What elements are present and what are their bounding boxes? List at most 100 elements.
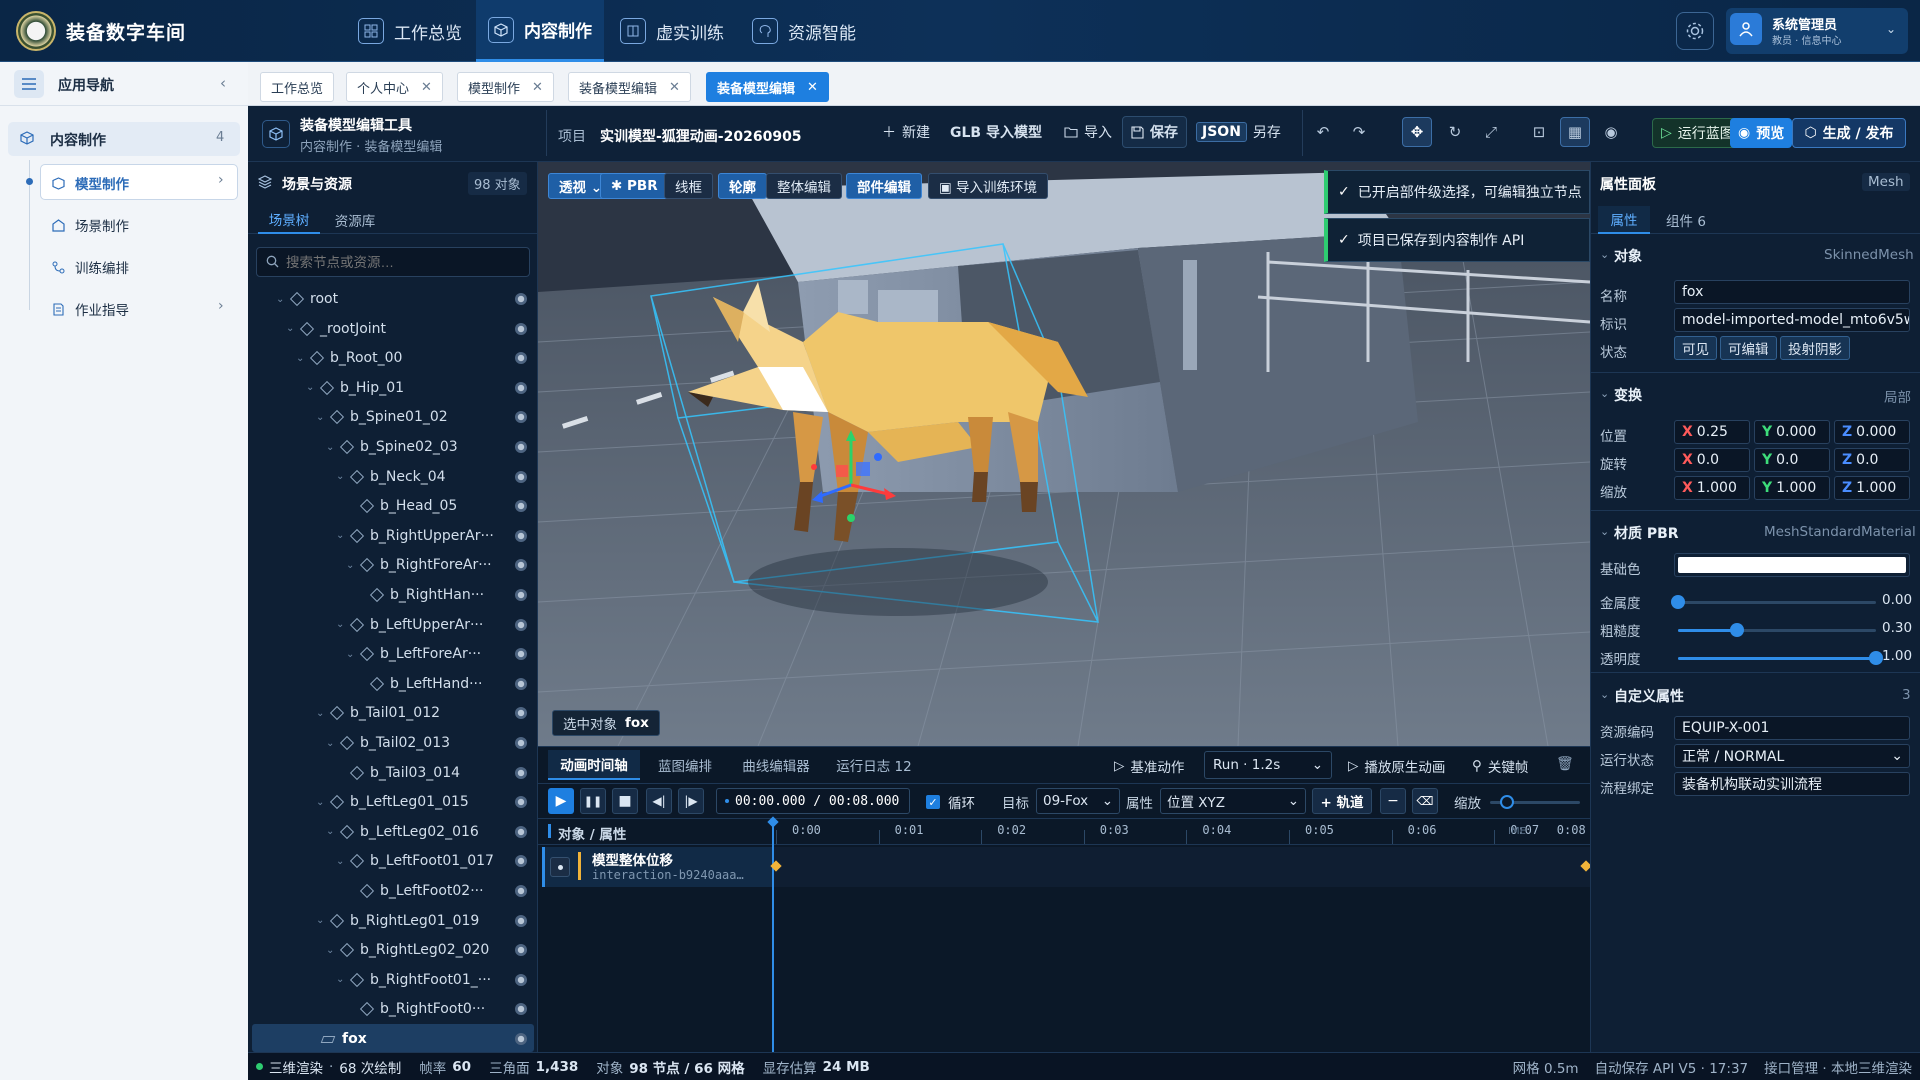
viewport-mode-button[interactable]: ✱ PBR: [600, 173, 669, 199]
chevron-down-icon[interactable]: ⌄: [326, 738, 338, 749]
tree-node[interactable]: ⌄ _rootJoint: [286, 316, 386, 342]
loop-checkbox[interactable]: ✓: [926, 795, 940, 809]
tree-node[interactable]: ⌄ b_Spine01_02: [316, 404, 448, 430]
tab-animation-timeline[interactable]: 动画时间轴: [548, 750, 640, 780]
chevron-down-icon[interactable]: ⌄: [296, 353, 308, 364]
chevron-down-icon[interactable]: ⌄: [336, 856, 348, 867]
name-field[interactable]: fox: [1674, 280, 1910, 304]
tree-node[interactable]: ⌄ b_Neck_04: [336, 464, 446, 490]
slider-thumb[interactable]: [1671, 595, 1685, 609]
tree-node[interactable]: ⌄ b_LeftUpperAr···: [336, 612, 483, 638]
slider-thumb[interactable]: [1869, 651, 1883, 665]
chevron-down-icon[interactable]: ⌄: [346, 649, 358, 660]
close-icon[interactable]: ✕: [532, 80, 543, 95]
transform-x-field[interactable]: X 0.0: [1674, 448, 1750, 472]
json-save-as-button[interactable]: JSON 另存: [1196, 116, 1281, 148]
generate-publish-button[interactable]: ⬡ 生成 / 发布: [1792, 118, 1906, 148]
stop-button[interactable]: ■: [612, 788, 638, 814]
redo-icon[interactable]: ↷: [1344, 117, 1374, 147]
topnav-dashboard[interactable]: 工作总览: [346, 0, 474, 62]
id-field[interactable]: model-imported-model_mto6v5w: [1674, 308, 1910, 332]
visibility-icon[interactable]: [515, 973, 527, 986]
nav-item-scene[interactable]: 场景制作: [52, 215, 129, 235]
transform-x-field[interactable]: X 0.25: [1674, 420, 1750, 444]
transform-y-field[interactable]: Y 0.000: [1754, 420, 1830, 444]
visibility-icon[interactable]: [515, 677, 527, 690]
custom-field[interactable]: 装备机构联动实训流程: [1674, 772, 1910, 796]
tree-node[interactable]: b_RightHan···: [356, 582, 484, 608]
state-editable-chip[interactable]: 可编辑: [1720, 336, 1777, 360]
nav-item-training[interactable]: 训练编排: [52, 257, 129, 277]
transform-z-field[interactable]: Z 0.0: [1834, 448, 1910, 472]
tree-node[interactable]: ⌄ b_RightLeg01_019: [316, 908, 479, 934]
chevron-down-icon[interactable]: ⌄: [336, 974, 348, 985]
target-select[interactable]: 09-Fox ⌄: [1036, 788, 1120, 814]
chevron-down-icon[interactable]: ⌄: [1600, 688, 1609, 701]
chevron-down-icon[interactable]: ⌄: [1600, 387, 1609, 400]
tab-scene-tree[interactable]: 场景树: [258, 206, 320, 234]
transform-z-field[interactable]: Z 1.000: [1834, 476, 1910, 500]
play-button[interactable]: ▶: [548, 788, 574, 814]
tree-node[interactable]: b_Head_05: [346, 493, 457, 519]
tree-node[interactable]: ⌄ b_RightForeAr···: [346, 552, 492, 578]
tab-blueprint[interactable]: 蓝图编排: [648, 750, 722, 780]
visibility-icon[interactable]: [515, 766, 527, 779]
attr-select[interactable]: 位置 XYZ ⌄: [1160, 788, 1306, 814]
scene-search-input[interactable]: [286, 250, 522, 274]
chevron-down-icon[interactable]: ⌄: [346, 560, 358, 571]
transform-x-field[interactable]: X 1.000: [1674, 476, 1750, 500]
tree-node[interactable]: ⌄ b_Tail02_013: [326, 730, 450, 756]
custom-field[interactable]: EQUIP-X-001: [1674, 716, 1910, 740]
step-forward-button[interactable]: |▶: [678, 788, 704, 814]
topnav-content[interactable]: 内容制作: [476, 0, 604, 62]
pause-button[interactable]: ❚❚: [580, 788, 606, 814]
tab-properties[interactable]: 属性: [1598, 206, 1650, 234]
tree-node[interactable]: ⌄ b_RightUpperAr···: [336, 523, 494, 549]
clear-icon[interactable]: ⌫: [1412, 788, 1438, 814]
visibility-icon[interactable]: [515, 885, 527, 897]
nav-group-content[interactable]: [8, 122, 240, 156]
doc-tab-editor-active[interactable]: 装备模型编辑 ✕: [706, 72, 829, 102]
tree-node[interactable]: ⌄ b_Tail01_012: [316, 700, 440, 726]
tree-node[interactable]: b_LeftHand···: [356, 671, 482, 697]
chevron-down-icon[interactable]: ⌄: [326, 945, 338, 956]
chevron-down-icon[interactable]: ⌄: [276, 294, 288, 305]
scale-tool-icon[interactable]: ⤢: [1476, 117, 1506, 147]
loop-toggle[interactable]: ✓ 循环: [926, 792, 975, 812]
zoom-slider-thumb[interactable]: [1500, 795, 1514, 809]
chevron-down-icon[interactable]: ⌄: [336, 619, 348, 630]
rotate-tool-icon[interactable]: ↻: [1440, 117, 1470, 147]
tree-node[interactable]: ⌄ b_Spine02_03: [326, 434, 458, 460]
doc-tab-model[interactable]: 模型制作 ✕: [457, 72, 554, 102]
close-icon[interactable]: ✕: [807, 80, 818, 95]
tree-node[interactable]: ⌄ b_Root_00: [296, 345, 402, 371]
slider-track[interactable]: [1678, 601, 1876, 604]
focus-icon[interactable]: ⊡: [1524, 117, 1554, 147]
visibility-icon[interactable]: [515, 293, 527, 305]
visibility-icon[interactable]: [515, 322, 527, 335]
viewport-mode-button[interactable]: 部件编辑: [846, 173, 922, 199]
base-action-button[interactable]: ▷ 基准动作: [1114, 756, 1184, 776]
tree-node[interactable]: ⌄ root: [276, 286, 338, 312]
visibility-icon[interactable]: [515, 589, 527, 601]
step-back-button[interactable]: ◀|: [646, 788, 672, 814]
chevron-down-icon[interactable]: ⌄: [326, 442, 338, 453]
tree-node[interactable]: ⌄ b_LeftLeg02_016: [326, 819, 479, 845]
tab-components[interactable]: 组件 6: [1656, 206, 1716, 234]
chevron-down-icon[interactable]: ⌄: [306, 382, 318, 393]
topnav-training[interactable]: 虚实训练: [608, 0, 736, 62]
close-icon[interactable]: ✕: [421, 80, 432, 95]
viewport-mode-button[interactable]: 整体编辑: [766, 173, 842, 199]
grid-icon[interactable]: ▦: [1560, 117, 1590, 147]
chevron-down-icon[interactable]: ⌄: [286, 323, 298, 334]
tree-node[interactable]: b_LeftFoot02···: [346, 878, 484, 904]
undo-icon[interactable]: ↶: [1308, 117, 1338, 147]
doc-tab-editor[interactable]: 装备模型编辑 ✕: [568, 72, 691, 102]
chevron-down-icon[interactable]: ⌄: [316, 797, 328, 808]
settings-button[interactable]: [1676, 12, 1714, 50]
tab-curve-editor[interactable]: 曲线编辑器: [734, 750, 818, 780]
chevron-down-icon[interactable]: ⌄: [316, 708, 328, 719]
add-track-button[interactable]: + 轨道: [1312, 788, 1372, 814]
close-icon[interactable]: ✕: [669, 80, 680, 95]
camera-icon[interactable]: ◉: [1596, 117, 1626, 147]
